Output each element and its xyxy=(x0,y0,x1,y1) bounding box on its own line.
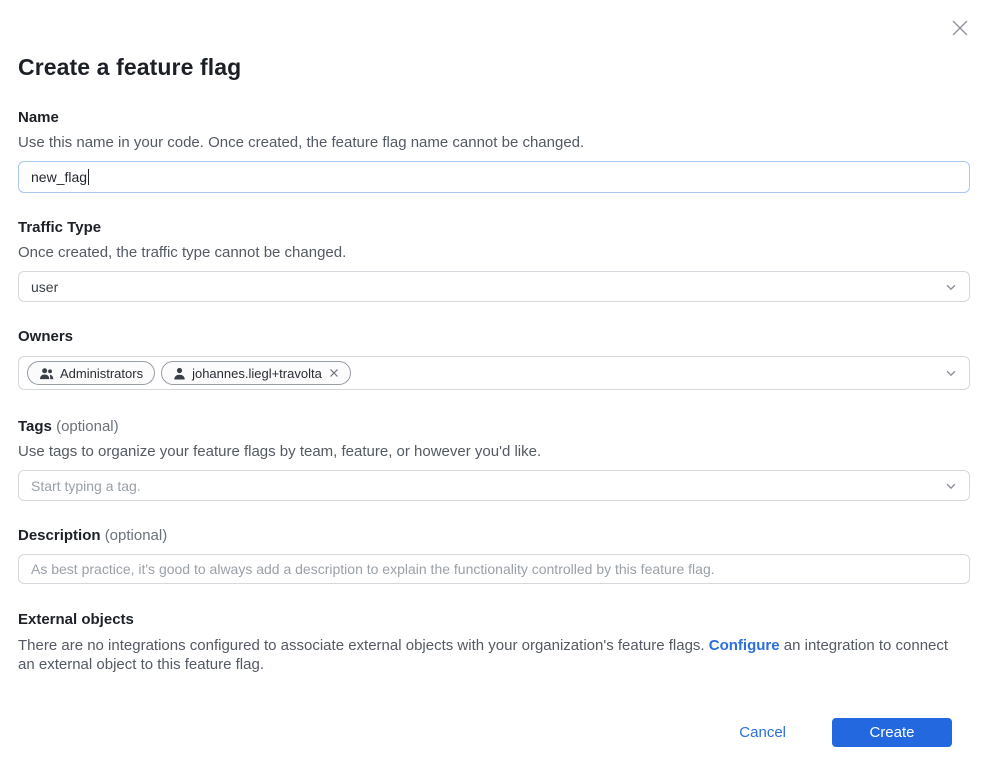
tags-placeholder: Start typing a tag. xyxy=(31,478,141,494)
tags-label: Tags (optional) xyxy=(18,417,970,436)
description-optional-text: (optional) xyxy=(105,527,168,544)
owners-select[interactable]: Administrators johannes.liegl+travolta xyxy=(18,356,970,390)
traffic-type-helper-text: Once created, the traffic type cannot be… xyxy=(18,243,970,262)
create-feature-flag-modal: Create a feature flag Name Use this name… xyxy=(0,0,988,763)
owner-chip-label: johannes.liegl+travolta xyxy=(192,366,322,381)
description-input[interactable]: As best practice, it's good to always ad… xyxy=(18,554,970,584)
tags-field-group: Tags (optional) Use tags to organize you… xyxy=(18,417,970,501)
name-helper-text: Use this name in your code. Once created… xyxy=(18,133,970,152)
name-label: Name xyxy=(18,108,970,127)
traffic-type-label: Traffic Type xyxy=(18,218,970,237)
owners-field-group: Owners Administrators xyxy=(18,327,970,390)
description-placeholder: As best practice, it's good to always ad… xyxy=(31,561,715,577)
description-label: Description (optional) xyxy=(18,526,970,545)
external-objects-label: External objects xyxy=(18,610,970,629)
description-label-text: Description xyxy=(18,527,101,544)
close-icon xyxy=(949,17,971,39)
name-input[interactable]: new_flag xyxy=(18,161,970,193)
owners-chip-list: Administrators johannes.liegl+travolta xyxy=(27,361,351,385)
close-button[interactable] xyxy=(946,14,974,42)
external-objects-group: External objects There are no integratio… xyxy=(18,610,970,674)
page-title: Create a feature flag xyxy=(18,54,970,81)
owner-chip-administrators[interactable]: Administrators xyxy=(27,361,155,385)
chevron-down-icon xyxy=(944,479,958,493)
chevron-down-icon xyxy=(944,366,958,380)
configure-link[interactable]: Configure xyxy=(709,637,780,654)
name-input-value: new_flag xyxy=(31,169,87,185)
modal-footer: Cancel Create xyxy=(18,718,970,747)
description-field-group: Description (optional) As best practice,… xyxy=(18,526,970,584)
person-icon xyxy=(173,367,186,380)
external-objects-text-before: There are no integrations configured to … xyxy=(18,637,709,654)
remove-owner-icon[interactable] xyxy=(329,368,339,378)
traffic-type-field-group: Traffic Type Once created, the traffic t… xyxy=(18,218,970,302)
owner-chip-user[interactable]: johannes.liegl+travolta xyxy=(161,361,351,385)
external-objects-text: There are no integrations configured to … xyxy=(18,636,968,674)
owner-chip-label: Administrators xyxy=(60,366,143,381)
traffic-type-select[interactable]: user xyxy=(18,271,970,302)
tags-optional-text: (optional) xyxy=(56,418,119,435)
cancel-button[interactable]: Cancel xyxy=(739,724,786,741)
chevron-down-icon xyxy=(944,280,958,294)
create-button[interactable]: Create xyxy=(832,718,952,747)
traffic-type-selected-value: user xyxy=(31,279,58,295)
tags-select[interactable]: Start typing a tag. xyxy=(18,470,970,501)
owners-label: Owners xyxy=(18,327,970,346)
group-icon xyxy=(39,367,54,380)
name-field-group: Name Use this name in your code. Once cr… xyxy=(18,108,970,193)
tags-label-text: Tags xyxy=(18,418,52,435)
tags-helper-text: Use tags to organize your feature flags … xyxy=(18,442,970,461)
text-caret xyxy=(88,169,89,185)
